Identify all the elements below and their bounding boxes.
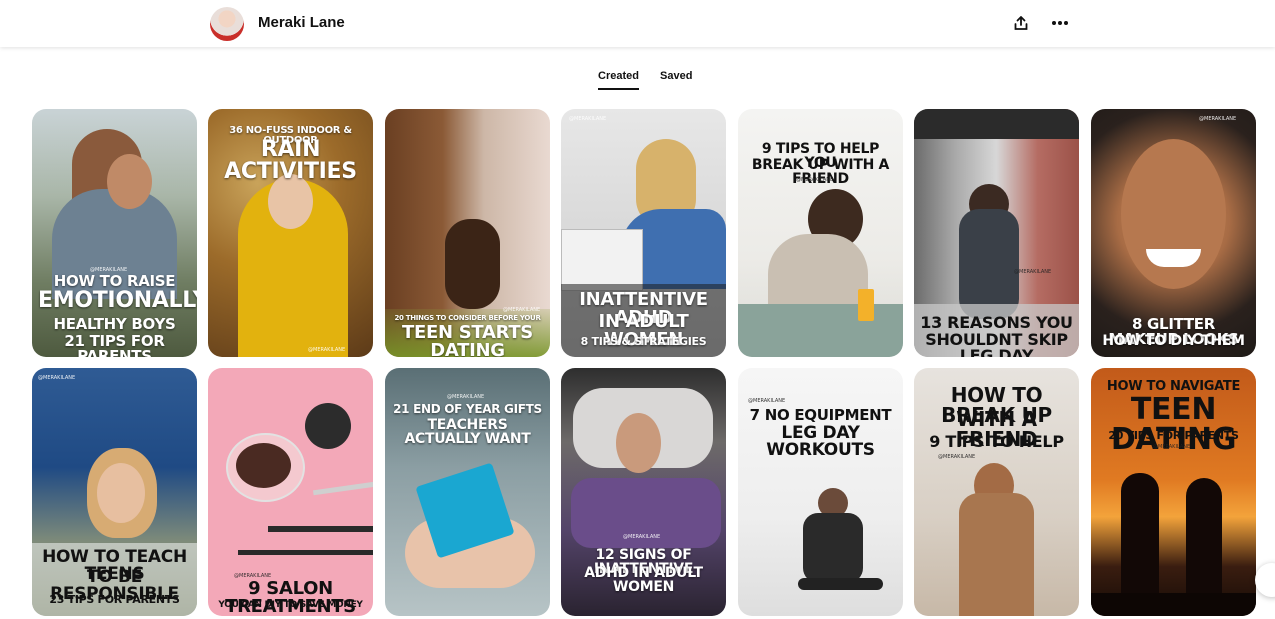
pin-title-line: 21 TIPS FOR PARENTS [64, 332, 165, 358]
pin-card[interactable]: @MERAKILANE INATTENTIVE ADHD IN ADULT WO… [561, 109, 726, 357]
more-icon [1052, 21, 1068, 25]
pin-title-line: SHOULDNT SKIP LEG DAY [925, 330, 1068, 358]
profile-header: Meraki Lane [0, 0, 1275, 47]
share-icon [1014, 16, 1028, 30]
pin-title-line: TEEN STARTS DATING [402, 322, 533, 358]
pin-watermark: @MERAKILANE [1014, 269, 1052, 275]
pin-title-line: HEALTHY BOYS [53, 315, 176, 333]
pin-title-line: LEG DAY WORKOUTS [766, 423, 875, 460]
pin-watermark: @MERAKILANE [623, 534, 661, 540]
pin-title-line: 23 TIPS FOR PARENTS [49, 593, 180, 606]
pin-title-line: TEACHERS ACTUALLY WANT [404, 417, 531, 447]
pin-title-line: RAIN ACTIVITIES [224, 137, 357, 184]
tab-created[interactable]: Created [598, 70, 639, 90]
pin-title-line: 20 TIPS FOR PARENTS [1108, 429, 1239, 442]
pin-title-line: 21 END OF YEAR GIFTS [393, 402, 542, 416]
pin-card[interactable]: 20 THINGS TO CONSIDER BEFORE YOUR TEEN S… [385, 109, 550, 357]
pin-title-line: EMOTIONALLY [38, 288, 197, 313]
tab-saved[interactable]: Saved [660, 70, 692, 82]
pin-card[interactable]: @MERAKILANE HOW TO TEACH TEENS TO BE RES… [32, 368, 197, 616]
pin-watermark: @MERAKILANE [938, 454, 976, 460]
pin-watermark: @MERAKILANE [234, 573, 272, 579]
pin-watermark: @MERAKILANE [1153, 444, 1191, 450]
pin-watermark: @MERAKILANE [447, 394, 485, 400]
pin-watermark: @MERAKILANE [748, 398, 786, 404]
pin-title-line: ADHD IN ADULT WOMEN [584, 565, 703, 595]
profile-tabs: Created Saved [0, 66, 1275, 96]
pin-title-line: HOW TO DIY THEM [1102, 333, 1245, 349]
pin-title-line: YOU CAN DIY TO SAVE MONEY [218, 600, 363, 610]
pin-watermark: @MERAKILANE [38, 375, 76, 381]
pin-card[interactable]: HOW TO NAVIGATE TEEN DATING 20 TIPS FOR … [1091, 368, 1256, 616]
pin-title-line: 20 THINGS TO CONSIDER BEFORE YOUR [394, 314, 541, 322]
pin-card[interactable]: 9 SALON TREATMENTS YOU CAN DIY TO SAVE M… [208, 368, 373, 616]
more-options-button[interactable] [1047, 10, 1073, 36]
pin-title-line: 9 SALON TREATMENTS [225, 578, 356, 616]
pin-title-line: 7 NO EQUIPMENT [749, 406, 892, 424]
pin-card[interactable]: HOW TO RAISE EMOTIONALLY HEALTHY BOYS 21… [32, 109, 197, 357]
pin-card[interactable]: HOW TO BREAK UP WITH A FRIEND 9 TIPS TO … [914, 368, 1079, 616]
share-button[interactable] [1008, 10, 1034, 36]
pin-title-line: 9 TIPS TO HELP [929, 432, 1064, 451]
pin-card[interactable]: @MERAKILANE 8 GLITTER MAKEUP LOOKS HOW T… [1091, 109, 1256, 357]
pin-title-line: 8 TIPS & STRATEGIES [580, 335, 707, 348]
floating-help-button[interactable] [1255, 563, 1275, 597]
avatar[interactable] [210, 7, 244, 41]
pin-card[interactable]: 21 END OF YEAR GIFTS TEACHERS ACTUALLY W… [385, 368, 550, 616]
pin-watermark: @MERAKILANE [90, 267, 128, 273]
pin-card[interactable]: @MERAKILANE 12 SIGNS OF INATTENTIVE ADHD… [561, 368, 726, 616]
pin-watermark: @MERAKILANE [1199, 116, 1237, 122]
pin-card[interactable]: 9 TIPS TO HELP YOU BREAK UP WITH A FRIEN… [738, 109, 903, 357]
pin-card[interactable]: 7 NO EQUIPMENT LEG DAY WORKOUTS @MERAKIL… [738, 368, 903, 616]
pin-watermark: @MERAKILANE [308, 347, 346, 353]
pin-card[interactable]: 13 REASONS YOU SHOULDNT SKIP LEG DAY @ME… [914, 109, 1079, 357]
pin-watermark: @MERAKILANE [503, 307, 541, 313]
pin-watermark: @MERAKILANE [569, 116, 607, 122]
pin-watermark: @MERAKILANE [796, 177, 834, 183]
profile-name[interactable]: Meraki Lane [258, 14, 345, 31]
pin-card[interactable]: 36 NO-FUSS INDOOR & OUTDOOR RAIN ACTIVIT… [208, 109, 373, 357]
